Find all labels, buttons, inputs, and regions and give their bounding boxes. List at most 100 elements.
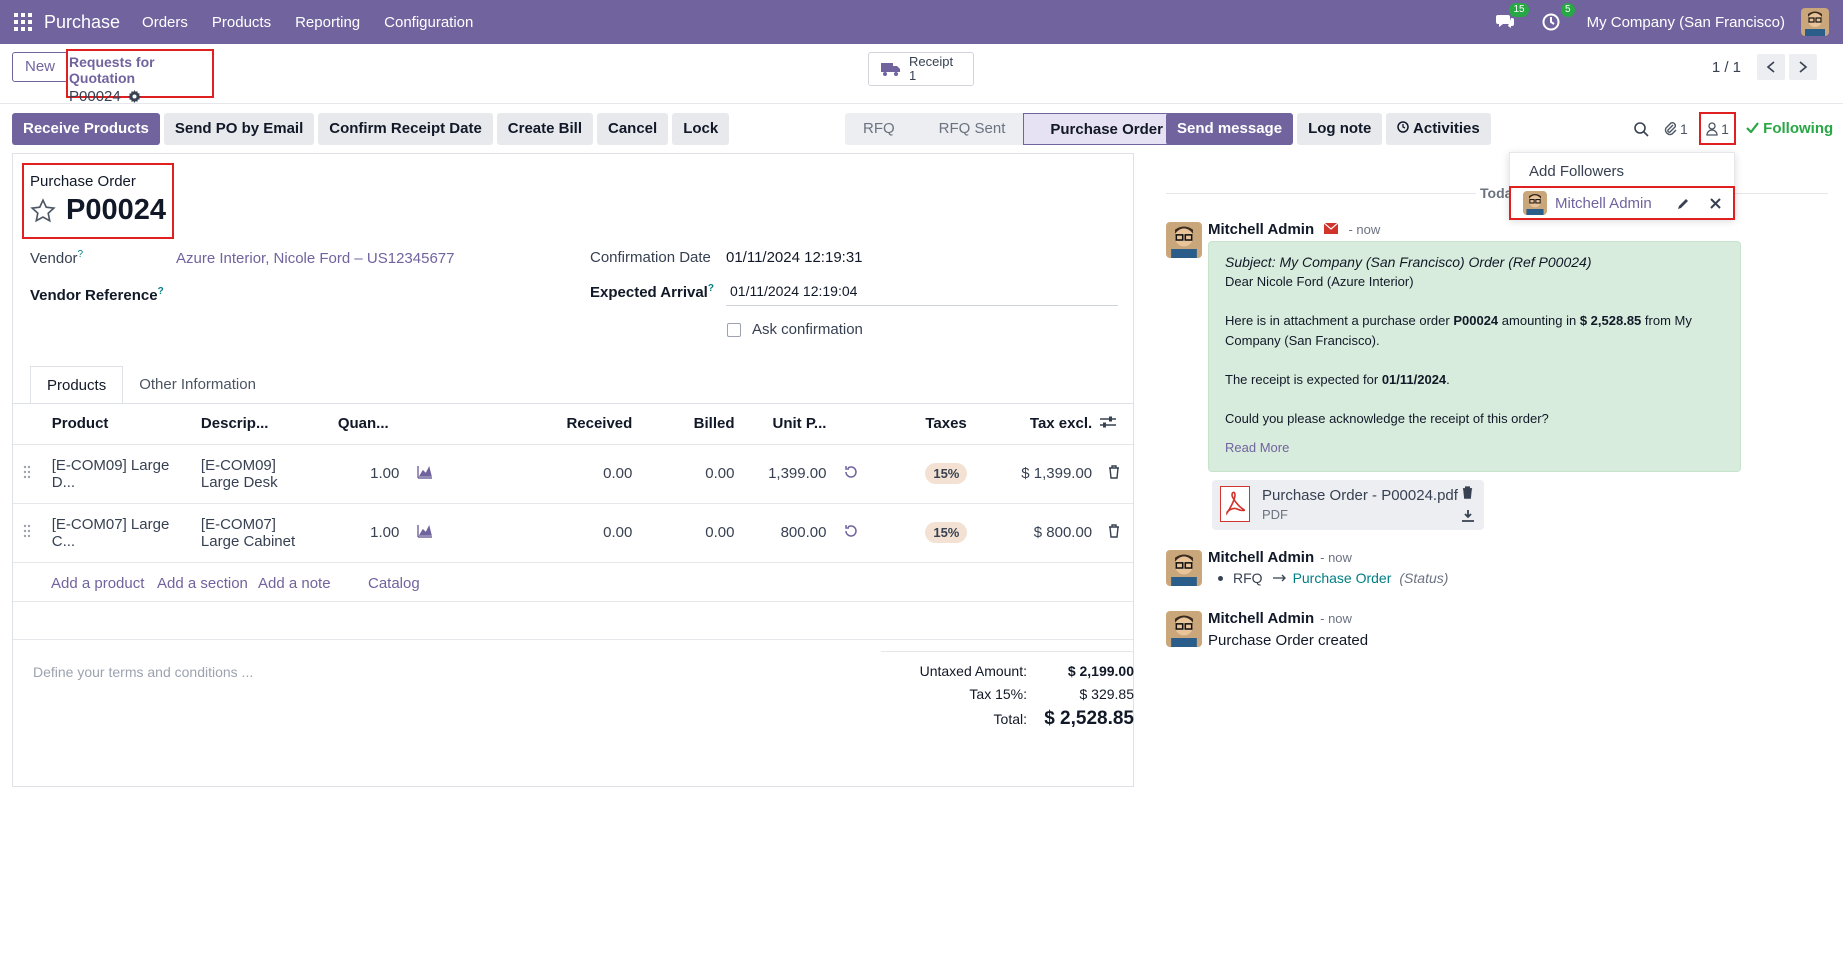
cancel-button[interactable]: Cancel bbox=[597, 113, 669, 145]
line-taxes[interactable]: 15% bbox=[871, 502, 994, 562]
send-message-button[interactable]: Send message bbox=[1166, 113, 1294, 145]
attachment-card[interactable]: Purchase Order - P00024.pdf PDF bbox=[1212, 480, 1484, 530]
col-received[interactable]: Received bbox=[444, 404, 636, 444]
trash-icon[interactable] bbox=[1462, 486, 1473, 499]
add-product-link[interactable]: Add a product bbox=[51, 575, 144, 592]
tab-products[interactable]: Products bbox=[30, 366, 124, 404]
confirm-receipt-date-button[interactable]: Confirm Receipt Date bbox=[318, 113, 493, 145]
messages-icon[interactable]: 15 bbox=[1495, 3, 1529, 33]
terms-input[interactable]: Define your terms and conditions ... bbox=[33, 664, 253, 680]
follower-item[interactable]: Mitchell Admin bbox=[1509, 186, 1735, 220]
expected-arrival-input[interactable]: 01/11/2024 12:19:04 bbox=[726, 280, 1118, 306]
stage-rfq-sent[interactable]: RFQ Sent bbox=[912, 113, 1024, 145]
handle-col bbox=[13, 404, 48, 444]
title-label: Purchase Order bbox=[30, 173, 136, 190]
star-icon[interactable] bbox=[30, 197, 56, 224]
attachment-name: Purchase Order - P00024.pdf bbox=[1262, 487, 1458, 504]
optional-columns-toggle[interactable] bbox=[1096, 404, 1133, 444]
col-billed[interactable]: Billed bbox=[636, 404, 738, 444]
col-tax-excl[interactable]: Tax excl. bbox=[994, 404, 1096, 444]
menu-products[interactable]: Products bbox=[212, 14, 271, 31]
paperclip-icon bbox=[1664, 122, 1677, 136]
tab-other-information[interactable]: Other Information bbox=[123, 366, 272, 404]
col-taxes[interactable]: Taxes bbox=[871, 404, 994, 444]
receipt-smart-button[interactable]: Receipt 1 bbox=[868, 52, 974, 86]
user-avatar[interactable] bbox=[1801, 8, 1829, 36]
pager-value[interactable]: 1 / 1 bbox=[1712, 59, 1741, 76]
line-description[interactable]: [E-COM07] Large Cabinet bbox=[196, 502, 334, 562]
pager: 1 / 1 bbox=[1712, 54, 1817, 80]
status-bar: RFQ RFQ Sent Purchase Order bbox=[845, 113, 1182, 145]
col-description[interactable]: Descrip... bbox=[197, 404, 334, 444]
stage-purchase-order[interactable]: Purchase Order bbox=[1023, 113, 1182, 145]
table-row[interactable]: [E-COM09] Large D... [E-COM09] Large Desk… bbox=[13, 443, 1133, 503]
activities-badge: 5 bbox=[1561, 3, 1575, 17]
ask-confirmation-checkbox[interactable] bbox=[727, 323, 741, 337]
menu-orders[interactable]: Orders bbox=[142, 14, 188, 31]
add-section-link[interactable]: Add a section bbox=[157, 575, 248, 592]
followers-button[interactable]: 1 bbox=[1699, 112, 1736, 145]
col-unit-price[interactable]: Unit P... bbox=[739, 404, 831, 444]
app-name[interactable]: Purchase bbox=[44, 12, 120, 33]
menu-configuration[interactable]: Configuration bbox=[384, 14, 473, 31]
forecast-chart-icon[interactable] bbox=[403, 502, 445, 562]
receive-products-button[interactable]: Receive Products bbox=[12, 113, 160, 145]
vendor-field[interactable]: Azure Interior, Nicole Ford – US12345677 bbox=[176, 250, 455, 267]
following-toggle[interactable]: Following bbox=[1746, 120, 1833, 137]
activities-clock-icon[interactable]: 5 bbox=[1541, 3, 1575, 33]
line-product[interactable]: [E-COM07] Large C... bbox=[47, 502, 197, 562]
add-note-link[interactable]: Add a note bbox=[258, 575, 331, 592]
stage-rfq[interactable]: RFQ bbox=[845, 113, 913, 145]
line-taxes[interactable]: 15% bbox=[871, 443, 994, 503]
delete-line-icon[interactable] bbox=[1096, 502, 1133, 562]
line-description[interactable]: [E-COM09] Large Desk bbox=[196, 443, 334, 503]
create-bill-button[interactable]: Create Bill bbox=[496, 113, 593, 145]
line-quantity[interactable]: 1.00 bbox=[333, 443, 404, 503]
menu-reporting[interactable]: Reporting bbox=[295, 14, 360, 31]
tracking-value: RFQ Purchase Order (Status) bbox=[1218, 570, 1448, 586]
message-author: Mitchell Admin - now bbox=[1208, 221, 1381, 238]
company-switcher[interactable]: My Company (San Francisco) bbox=[1587, 14, 1785, 31]
line-quantity[interactable]: 1.00 bbox=[333, 502, 404, 562]
clock-icon bbox=[1397, 121, 1410, 133]
catalog-link[interactable]: Catalog bbox=[368, 575, 420, 592]
download-icon[interactable] bbox=[1462, 510, 1474, 522]
ask-confirmation-label: Ask confirmation bbox=[752, 321, 863, 338]
line-unit-price[interactable]: 1,399.00 bbox=[738, 443, 831, 503]
search-icon[interactable] bbox=[1633, 121, 1649, 137]
read-more-link[interactable]: Read More bbox=[1225, 438, 1724, 458]
created-message: Purchase Order created bbox=[1208, 632, 1369, 649]
message-avatar[interactable] bbox=[1166, 611, 1202, 647]
line-unit-price[interactable]: 800.00 bbox=[738, 502, 831, 562]
vendor-label: Vendor? bbox=[30, 249, 84, 267]
add-followers-item[interactable]: Add Followers bbox=[1529, 163, 1624, 180]
message-avatar[interactable] bbox=[1166, 550, 1202, 586]
send-po-email-button[interactable]: Send PO by Email bbox=[163, 113, 315, 145]
drag-handle-icon[interactable] bbox=[13, 443, 48, 503]
table-row[interactable]: [E-COM07] Large C... [E-COM07] Large Cabi… bbox=[13, 502, 1133, 562]
email-line2: The receipt is expected for 01/11/2024. bbox=[1225, 372, 1450, 387]
col-quantity[interactable]: Quan... bbox=[334, 404, 403, 444]
message-avatar[interactable] bbox=[1166, 222, 1202, 258]
pencil-icon[interactable] bbox=[1677, 197, 1690, 210]
close-icon[interactable] bbox=[1710, 197, 1721, 209]
new-button[interactable]: New bbox=[12, 52, 69, 82]
user-icon bbox=[1706, 121, 1718, 136]
pager-previous-button[interactable] bbox=[1757, 54, 1785, 80]
reset-price-icon[interactable] bbox=[830, 502, 872, 562]
delete-line-icon[interactable] bbox=[1096, 443, 1133, 503]
breadcrumb-parent-link[interactable]: Requests for Quotation bbox=[69, 54, 211, 86]
app-grid-icon[interactable] bbox=[14, 13, 32, 31]
log-note-button[interactable]: Log note bbox=[1297, 113, 1383, 145]
pager-next-button[interactable] bbox=[1789, 54, 1817, 80]
line-product[interactable]: [E-COM09] Large D... bbox=[47, 443, 197, 503]
lock-button[interactable]: Lock bbox=[672, 113, 730, 145]
activities-button[interactable]: Activities bbox=[1386, 113, 1491, 145]
reset-price-icon[interactable] bbox=[830, 443, 872, 503]
drag-handle-icon[interactable] bbox=[13, 502, 48, 562]
col-product[interactable]: Product bbox=[48, 404, 197, 444]
gear-icon[interactable] bbox=[127, 90, 141, 103]
forecast-chart-icon[interactable] bbox=[403, 443, 445, 503]
attachments-button[interactable]: 1 bbox=[1663, 121, 1688, 137]
expected-arrival-value: 01/11/2024 12:19:04 bbox=[730, 283, 858, 299]
